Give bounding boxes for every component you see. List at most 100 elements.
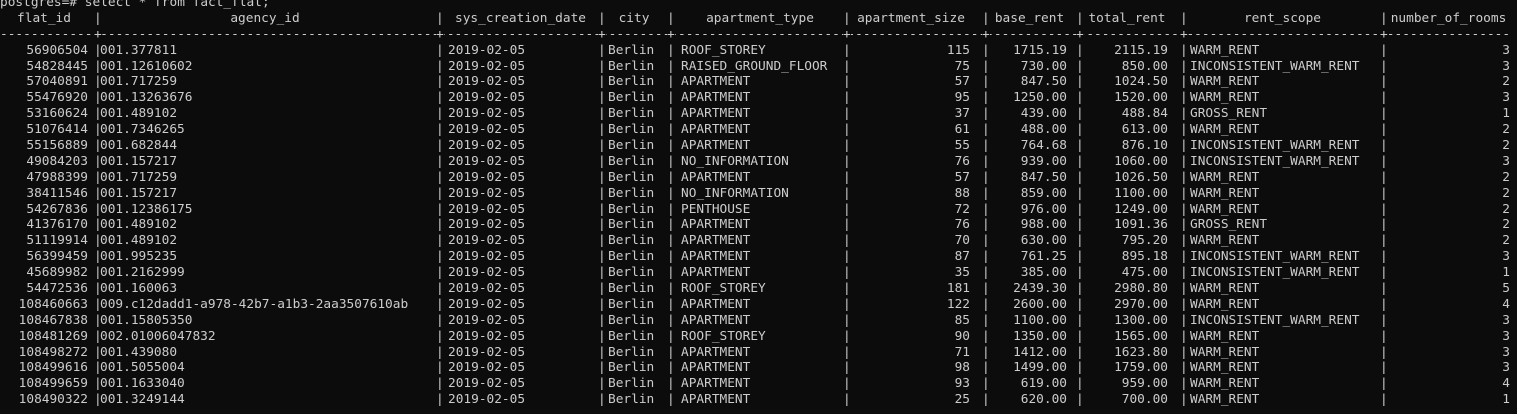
column-separator: | <box>667 169 675 185</box>
cell-city: Berlin <box>608 376 655 392</box>
cell-base-rent: 1250.00 <box>1013 90 1067 106</box>
cell-rent-scope: WARM_RENT <box>1190 90 1260 106</box>
column-separator: | <box>843 344 851 360</box>
column-separator: | <box>1180 201 1188 217</box>
column-separator: | <box>667 74 675 90</box>
column-separator: | <box>1076 249 1084 265</box>
cell-rent-scope: WARM_RENT <box>1190 201 1260 217</box>
rule-junction: + <box>94 26 102 43</box>
cell-number-of-rooms: 3 <box>1502 42 1510 58</box>
cell-agency-id: 001.717259 <box>100 74 178 90</box>
cell-city: Berlin <box>608 344 655 360</box>
cell-total-rent: 1100.00 <box>1114 185 1168 201</box>
column-separator: | <box>667 233 675 249</box>
cell-flat-id: 51119914 <box>26 233 88 249</box>
rule-junction: + <box>667 26 675 43</box>
column-separator: | <box>598 10 606 26</box>
cell-flat-id: 108499616 <box>18 360 88 376</box>
cell-flat-id: 53160624 <box>26 106 88 122</box>
cell-number-of-rooms: 2 <box>1502 217 1510 233</box>
cell-agency-id: 001.489102 <box>100 106 178 122</box>
cell-number-of-rooms: 1 <box>1502 265 1510 281</box>
column-separator: | <box>598 296 606 312</box>
column-header-apartment-size: apartment_size <box>857 10 965 26</box>
column-separator: | <box>982 249 990 265</box>
cell-total-rent: 2980.80 <box>1114 281 1168 297</box>
column-separator: | <box>843 169 851 185</box>
column-separator: | <box>843 90 851 106</box>
column-separator: | <box>94 185 102 201</box>
cell-apartment-size: 88 <box>954 185 970 201</box>
column-separator: | <box>982 10 990 26</box>
cell-sys-creation-date: 2019-02-05 <box>448 281 526 297</box>
column-separator: | <box>982 58 990 74</box>
cell-city: Berlin <box>608 217 655 233</box>
column-separator: | <box>94 10 102 26</box>
column-separator: | <box>436 360 444 376</box>
rule-junction: + <box>1380 26 1388 43</box>
column-separator: | <box>94 233 102 249</box>
column-separator: | <box>598 344 606 360</box>
column-separator: | <box>667 185 675 201</box>
column-separator: | <box>598 122 606 138</box>
cell-apartment-type: APARTMENT <box>681 265 751 281</box>
column-separator: | <box>843 122 851 138</box>
cell-agency-id: 001.12386175 <box>100 201 193 217</box>
column-separator: | <box>598 201 606 217</box>
column-separator: | <box>1076 360 1084 376</box>
column-separator: | <box>1180 233 1188 249</box>
column-separator: | <box>667 201 675 217</box>
column-separator: | <box>94 217 102 233</box>
cell-rent-scope: INCONSISTENT_WARM_RENT <box>1190 153 1360 169</box>
column-separator: | <box>94 249 102 265</box>
column-separator: | <box>1380 185 1388 201</box>
cell-rent-scope: WARM_RENT <box>1190 122 1260 138</box>
table-row: 54267836 001.12386175 2019-02-05 Berlin PENT… <box>0 202 1517 218</box>
column-separator: | <box>1380 122 1388 138</box>
column-separator: | <box>94 138 102 154</box>
cell-base-rent: 1715.19 <box>1013 42 1067 58</box>
cell-total-rent: 1300.00 <box>1114 312 1168 328</box>
cell-flat-id: 41376170 <box>26 217 88 233</box>
cell-total-rent: 1759.00 <box>1114 360 1168 376</box>
cell-flat-id: 108481269 <box>18 328 88 344</box>
cell-number-of-rooms: 1 <box>1502 106 1510 122</box>
cell-rent-scope: WARM_RENT <box>1190 169 1260 185</box>
cell-sys-creation-date: 2019-02-05 <box>448 138 526 154</box>
column-separator: | <box>843 217 851 233</box>
cell-flat-id: 54472536 <box>26 281 88 297</box>
column-separator: | <box>843 58 851 74</box>
cell-agency-id: 001.15805350 <box>100 312 193 328</box>
column-header-base-rent: base_rent <box>994 10 1065 26</box>
column-separator: | <box>982 201 990 217</box>
cell-total-rent: 1520.00 <box>1114 90 1168 106</box>
column-separator: | <box>843 201 851 217</box>
cell-apartment-size: 57 <box>954 169 970 185</box>
column-separator: | <box>598 328 606 344</box>
cell-total-rent: 700.00 <box>1121 392 1168 408</box>
table-row: 57040891 001.717259 2019-02-05 Berlin APARTM… <box>0 74 1517 90</box>
column-separator: | <box>1380 265 1388 281</box>
cell-total-rent: 795.20 <box>1121 233 1168 249</box>
cell-agency-id: 001.13263676 <box>100 90 193 106</box>
cell-city: Berlin <box>608 90 655 106</box>
column-separator: | <box>94 265 102 281</box>
cell-agency-id: 001.717259 <box>100 169 178 185</box>
column-separator: | <box>436 217 444 233</box>
cell-rent-scope: WARM_RENT <box>1190 392 1260 408</box>
column-separator: | <box>667 392 675 408</box>
terminal-window[interactable]: postgres=# select * from fact_flat; flat… <box>0 0 1517 414</box>
column-separator: | <box>1380 58 1388 74</box>
cell-total-rent: 1024.50 <box>1114 74 1168 90</box>
column-separator: | <box>1380 392 1388 408</box>
cell-total-rent: 2970.00 <box>1114 296 1168 312</box>
cell-agency-id: 001.12610602 <box>100 58 193 74</box>
column-separator: | <box>667 249 675 265</box>
column-separator: | <box>436 296 444 312</box>
cell-apartment-type: APARTMENT <box>681 233 751 249</box>
cell-city: Berlin <box>608 106 655 122</box>
column-separator: | <box>94 312 102 328</box>
cell-base-rent: 619.00 <box>1020 376 1067 392</box>
column-separator: | <box>598 153 606 169</box>
column-separator: | <box>843 106 851 122</box>
